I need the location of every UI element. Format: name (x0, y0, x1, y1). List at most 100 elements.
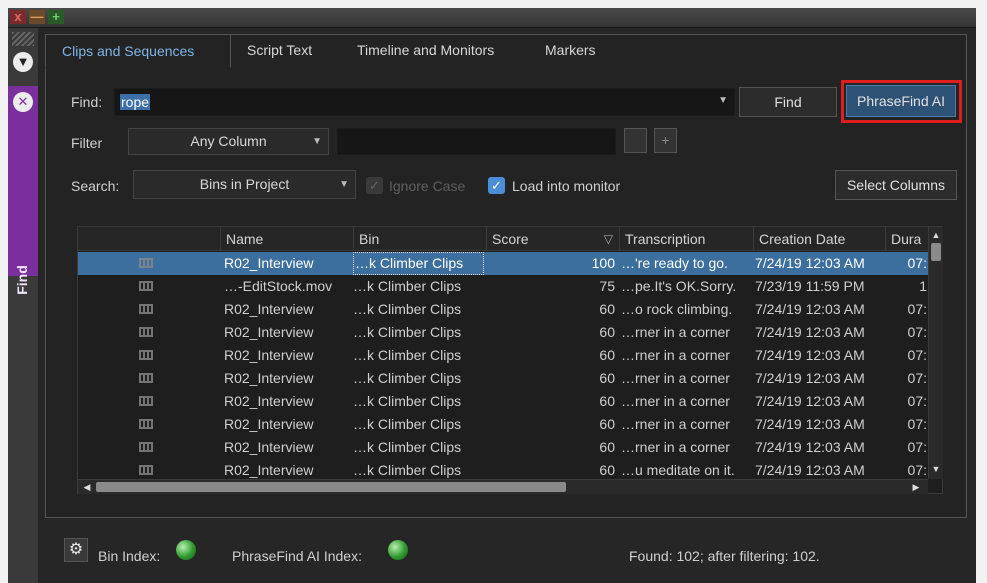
clip-icon (139, 373, 153, 383)
table-row[interactable]: R02_Interview …k Climber Clips 60 …rner in … (78, 436, 928, 459)
cell-duration: 07: (907, 301, 927, 317)
scroll-up-arrow-icon[interactable]: ▲ (930, 229, 942, 241)
search-scope-select[interactable]: Bins in Project ▼ (133, 170, 356, 199)
column-header-duration[interactable]: Dura (885, 227, 928, 251)
cell-duration: 07: (907, 439, 927, 455)
column-header-score[interactable]: Score ▽ (486, 227, 619, 251)
tab-timeline-and-monitors[interactable]: Timeline and Monitors (341, 34, 510, 68)
scroll-right-arrow-icon[interactable]: ▶ (910, 481, 922, 493)
table-row[interactable]: R02_Interview …k Climber Clips 60 …rner in … (78, 367, 928, 390)
cell-transcription: …rner in a corner (621, 439, 730, 455)
column-header-name[interactable]: Name (220, 227, 353, 251)
search-label: Search: (71, 178, 120, 194)
clip-icon (139, 350, 153, 360)
cell-name: R02_Interview (224, 416, 314, 432)
table-row[interactable]: …-EditStock.mov …k Climber Clips 75 …pe.It'… (78, 275, 928, 298)
cell-score: 60 (599, 301, 615, 317)
vertical-scrollbar[interactable]: ▲ ▼ (928, 227, 943, 479)
horizontal-scroll-thumb[interactable] (96, 482, 566, 492)
filter-clear-button[interactable] (624, 128, 647, 153)
cell-duration: 07: (907, 370, 927, 386)
find-button[interactable]: Find (739, 87, 837, 117)
tab-clips-and-sequences[interactable]: Clips and Sequences (45, 34, 231, 68)
bin-index-label: Bin Index: (98, 548, 161, 564)
horizontal-scrollbar[interactable]: ◀ ▶ (78, 479, 928, 494)
cell-transcription: …o rock climbing. (621, 301, 733, 317)
ignore-case-checkbox[interactable]: ✓ (366, 177, 383, 194)
window-close-button[interactable]: x (10, 10, 26, 24)
find-history-dropdown-icon[interactable]: ▼ (718, 95, 728, 106)
scroll-left-arrow-icon[interactable]: ◀ (81, 481, 93, 493)
cell-score: 60 (599, 416, 615, 432)
window-maximize-button[interactable]: + (48, 10, 64, 24)
cell-bin: …k Climber Clips (353, 324, 462, 340)
table-row[interactable]: R02_Interview …k Climber Clips 60 …o rock c… (78, 298, 928, 321)
drag-grip[interactable] (12, 32, 34, 46)
tab-script-text[interactable]: Script Text (231, 34, 328, 68)
column-header-bin[interactable]: Bin (353, 227, 486, 251)
search-scope-value: Bins in Project (199, 176, 290, 192)
column-header-transcription[interactable]: Transcription (619, 227, 753, 251)
select-columns-button[interactable]: Select Columns (835, 170, 957, 200)
find-input-value: rope (120, 94, 151, 110)
clip-icon (139, 442, 153, 452)
table-row[interactable]: R02_Interview …k Climber Clips 60 …rner in … (78, 413, 928, 436)
side-strip: ▼ ✕ Find (8, 28, 38, 583)
cell-duration: 1 (919, 278, 927, 294)
cell-name: R02_Interview (224, 301, 314, 317)
cell-bin: …k Climber Clips (353, 370, 462, 386)
clip-icon (139, 304, 153, 314)
cell-name: R02_Interview (224, 324, 314, 340)
cell-score: 75 (599, 278, 615, 294)
phrasefind-index-status-led (388, 540, 408, 560)
gear-icon[interactable]: ⚙ (64, 538, 88, 562)
cell-score: 60 (599, 439, 615, 455)
filter-input[interactable] (337, 128, 616, 155)
table-row[interactable]: R02_Interview …k Climber Clips 60 …rner in … (78, 390, 928, 413)
cell-transcription: …rner in a corner (621, 370, 730, 386)
cell-transcription: …pe.It's OK.Sorry. (621, 278, 737, 294)
filter-label: Filter (71, 135, 103, 151)
cell-bin: …k Climber Clips (353, 347, 462, 363)
window-minimize-button[interactable]: — (29, 10, 45, 24)
load-into-monitor-checkbox[interactable]: ✓ (488, 177, 505, 194)
cell-creation-date: 7/24/19 12:03 AM (755, 324, 865, 340)
find-input[interactable]: rope ▼ (114, 88, 735, 116)
table-row[interactable]: R02_Interview …k Climber Clips 60 …rner in … (78, 321, 928, 344)
vertical-scroll-thumb[interactable] (931, 243, 941, 261)
cell-creation-date: 7/24/19 12:03 AM (755, 347, 865, 363)
cell-creation-date: 7/24/19 12:03 AM (755, 370, 865, 386)
find-tab-label: Find (14, 265, 30, 295)
caret-down-circle-icon[interactable]: ▼ (13, 52, 33, 72)
scroll-down-arrow-icon[interactable]: ▼ (930, 463, 942, 475)
clip-icon (139, 396, 153, 406)
column-header-icon[interactable] (78, 227, 220, 251)
cell-transcription: …rner in a corner (621, 347, 730, 363)
sort-descending-icon: ▽ (603, 232, 613, 246)
clip-icon (139, 258, 153, 268)
cell-name: R02_Interview (224, 439, 314, 455)
cell-duration: 07: (907, 255, 927, 271)
title-bar: x — + (8, 8, 976, 28)
cell-creation-date: 7/24/19 12:03 AM (755, 416, 865, 432)
cell-name: R02_Interview (224, 370, 314, 386)
find-tab-strip[interactable]: ✕ Find (8, 86, 38, 295)
tab-markers[interactable]: Markers (529, 34, 612, 68)
highlight-box (841, 80, 962, 123)
chevron-down-icon: ▼ (339, 179, 349, 190)
cell-transcription: …rner in a corner (621, 324, 730, 340)
cell-transcription: …rner in a corner (621, 393, 730, 409)
column-header-creation-date[interactable]: Creation Date (753, 227, 885, 251)
cell-duration: 07: (907, 347, 927, 363)
table-row[interactable]: R02_Interview …k Climber Clips 100 …'re rea… (78, 252, 928, 275)
close-circle-icon[interactable]: ✕ (13, 92, 33, 112)
filter-add-button[interactable]: + (654, 128, 677, 153)
cell-creation-date: 7/24/19 12:03 AM (755, 301, 865, 317)
table-row[interactable]: R02_Interview …k Climber Clips 60 …rner in … (78, 344, 928, 367)
cell-creation-date: 7/24/19 12:03 AM (755, 439, 865, 455)
filter-column-select[interactable]: Any Column ▼ (128, 128, 329, 155)
phrasefind-index-label: PhraseFind AI Index: (232, 548, 362, 564)
cell-name: R02_Interview (224, 255, 314, 271)
bin-index-status-led (176, 540, 196, 560)
cell-name: …-EditStock.mov (224, 278, 333, 294)
